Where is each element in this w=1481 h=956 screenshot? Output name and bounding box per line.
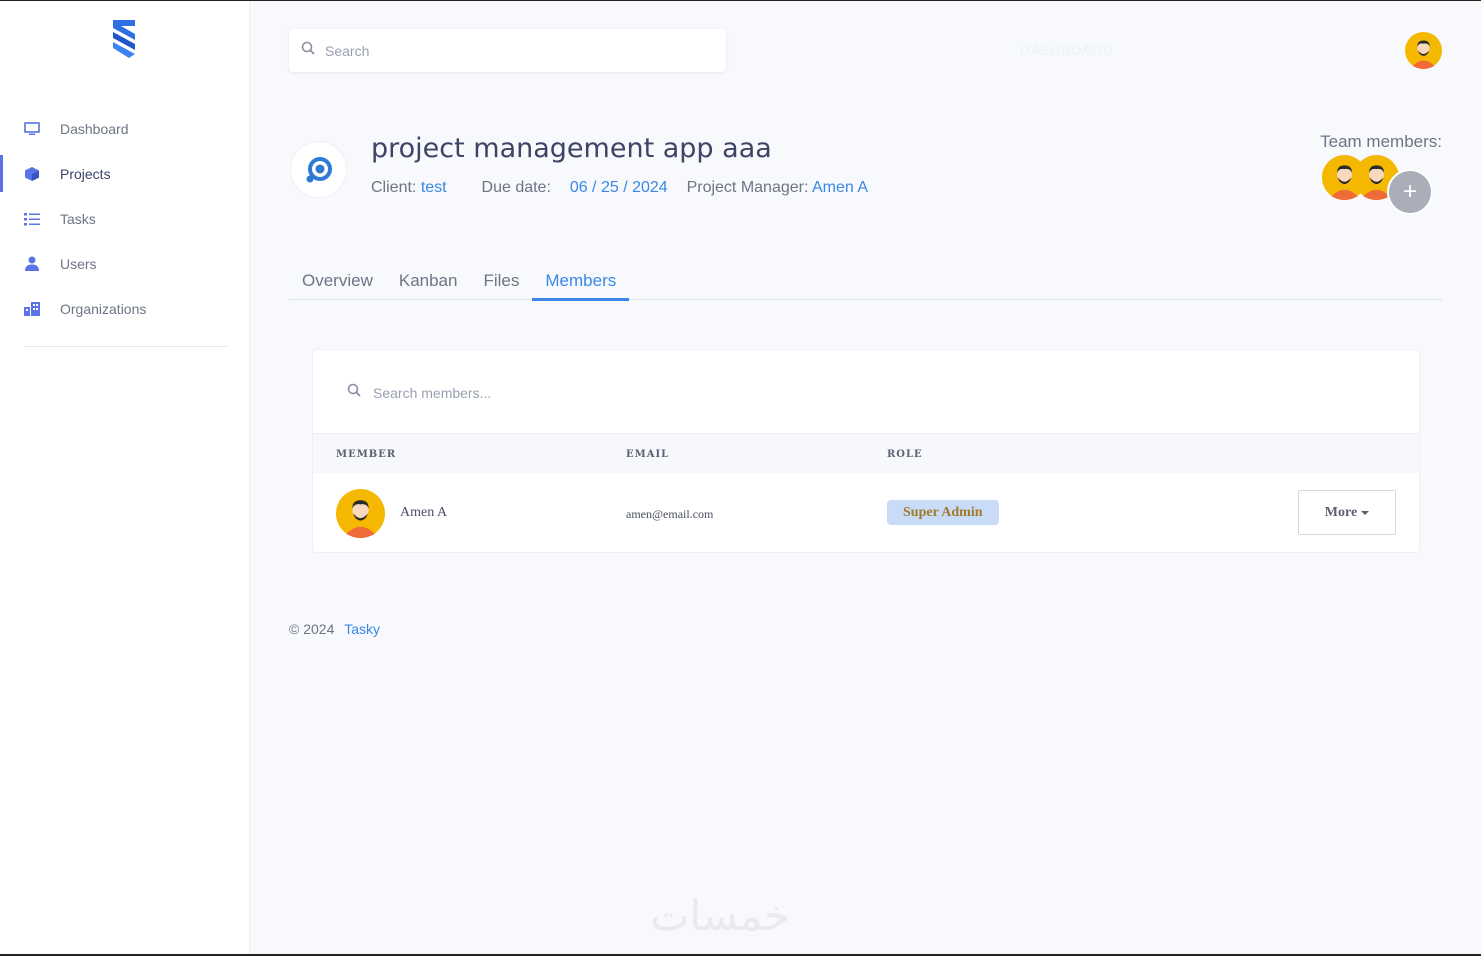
sidebar-item-label: Organizations — [60, 300, 147, 317]
due-date-value: 06 / 25 / 2024 — [569, 179, 668, 196]
project-logo — [290, 141, 347, 198]
page-title: DASHBOARD — [1020, 42, 1114, 58]
role-badge: Super Admin — [887, 500, 999, 525]
user-icon — [24, 256, 40, 272]
sidebar-item-tasks[interactable]: Tasks — [0, 196, 250, 241]
tab-files[interactable]: Files — [470, 261, 532, 300]
global-search — [289, 29, 726, 72]
sidebar-divider — [24, 346, 227, 347]
project-meta: Client: test Due date: 06 / 25 / 2024 Pr… — [371, 179, 868, 197]
sidebar-item-organizations[interactable]: Organizations — [0, 286, 250, 331]
members-card: MEMBER EMAIL ROLE Amen A amen@email.com … — [312, 349, 1420, 553]
sidebar-item-label: Users — [60, 255, 97, 272]
app-logo-icon[interactable] — [109, 16, 141, 60]
client-link[interactable]: test — [421, 179, 447, 196]
sidebar-item-projects[interactable]: Projects — [0, 151, 250, 196]
copyright-text: © 2024 — [289, 621, 335, 637]
tab-members[interactable]: Members — [532, 261, 630, 301]
sidebar-nav: Dashboard Projects Tasks Users Organizat… — [0, 106, 250, 331]
sidebar-item-dashboard[interactable]: Dashboard — [0, 106, 250, 151]
manager-label: Project Manager: — [686, 179, 809, 196]
footer: © 2024 Tasky — [289, 621, 380, 637]
table-header: MEMBER EMAIL ROLE — [313, 433, 1419, 473]
member-avatar — [336, 489, 385, 538]
sidebar: Dashboard Projects Tasks Users Organizat… — [0, 1, 250, 954]
watermark: خمسات — [650, 891, 791, 940]
column-header-role: ROLE — [887, 449, 923, 460]
search-icon — [347, 383, 361, 402]
more-dropdown-button[interactable]: More — [1298, 490, 1396, 535]
member-email: amen@email.com — [626, 507, 714, 521]
team-members-label: Team members: — [1320, 132, 1442, 151]
member-name: Amen A — [400, 505, 448, 520]
project-title: project management app aaa — [371, 133, 772, 164]
monitor-icon — [24, 121, 40, 137]
column-header-member: MEMBER — [336, 449, 397, 460]
tab-kanban[interactable]: Kanban — [386, 261, 471, 300]
tab-overview[interactable]: Overview — [289, 261, 386, 300]
sidebar-item-label: Tasks — [60, 210, 96, 227]
manager-link[interactable]: Amen A — [812, 179, 868, 196]
project-tabs: Overview Kanban Files Members — [289, 261, 1442, 301]
members-search-input[interactable] — [373, 384, 773, 401]
table-row: Amen A amen@email.com Super Admin More — [313, 473, 1419, 553]
team-avatars: + — [1322, 155, 1442, 215]
more-button-label: More — [1324, 504, 1358, 520]
sidebar-item-users[interactable]: Users — [0, 241, 250, 286]
due-date-label: Due date: — [481, 179, 551, 196]
sidebar-item-label: Projects — [60, 165, 111, 182]
client-label: Client: — [371, 179, 417, 196]
column-header-email: EMAIL — [626, 449, 670, 460]
list-icon — [24, 211, 40, 227]
add-member-button[interactable]: + — [1387, 169, 1433, 215]
sidebar-item-label: Dashboard — [60, 120, 129, 137]
building-icon — [24, 301, 40, 317]
caret-down-icon — [1361, 510, 1370, 515]
members-search — [347, 383, 773, 402]
search-icon — [301, 41, 315, 60]
plus-icon: + — [1402, 178, 1417, 205]
user-avatar[interactable] — [1405, 32, 1442, 69]
cube-icon — [24, 166, 40, 182]
footer-brand-link[interactable]: Tasky — [344, 621, 380, 637]
search-input[interactable] — [325, 42, 705, 59]
